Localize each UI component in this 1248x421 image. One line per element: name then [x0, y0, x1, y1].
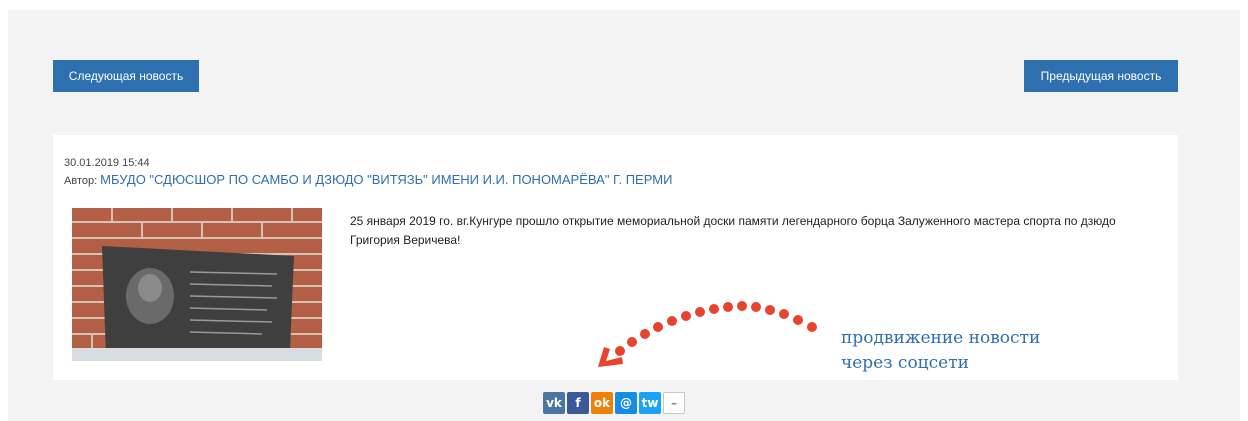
more-icon[interactable]: –	[663, 392, 685, 414]
news-text: 25 января 2019 го. вг.Кунгуре прошло отк…	[350, 214, 1116, 247]
news-photo[interactable]	[72, 208, 322, 361]
promotion-annotation: продвижение новости через соцсети	[841, 326, 1040, 376]
odnoklassniki-icon[interactable]: ok	[591, 392, 613, 414]
next-news-button[interactable]: Следующая новость	[53, 60, 199, 92]
facebook-icon[interactable]: f	[567, 392, 589, 414]
twitter-icon[interactable]: tw	[639, 392, 661, 414]
previous-news-button[interactable]: Предыдущая новость	[1024, 60, 1178, 92]
vk-icon[interactable]: vk	[543, 392, 565, 414]
share-bar: vk f ok @ tw –	[543, 392, 685, 414]
annotation-arrow-icon	[598, 301, 817, 367]
annotation-line-2: через соцсети	[841, 353, 969, 373]
author-link[interactable]: МБУДО "СДЮСШОР ПО САМБО И ДЗЮДО "ВИТЯЗЬ"…	[100, 172, 672, 187]
author-line: Автор: МБУДО "СДЮСШОР ПО САМБО И ДЗЮДО "В…	[64, 172, 672, 187]
annotation-line-1: продвижение новости	[841, 328, 1041, 348]
author-prefix: Автор:	[64, 175, 98, 187]
moimir-icon[interactable]: @	[615, 392, 637, 414]
news-date: 30.01.2019 15:44	[64, 157, 150, 169]
memorial-plaque-image	[72, 208, 322, 361]
